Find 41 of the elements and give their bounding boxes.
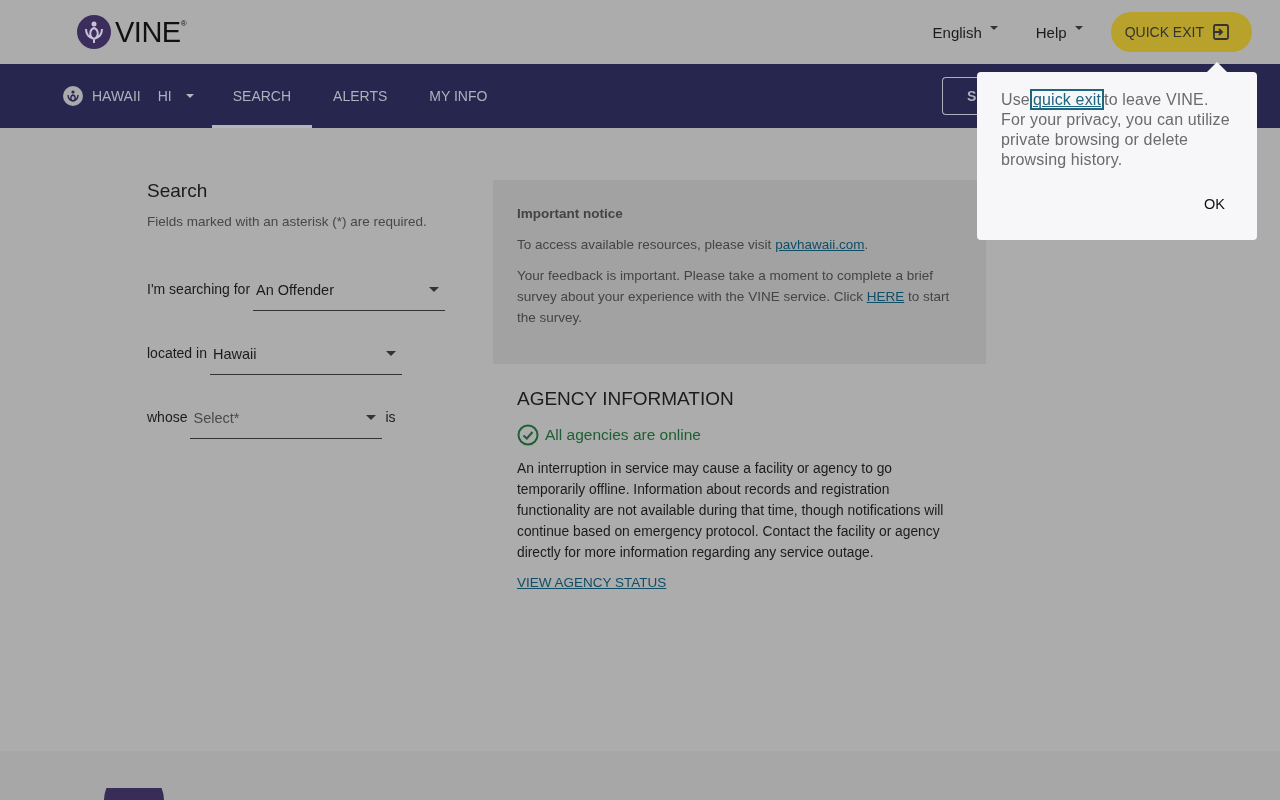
check-circle-icon [517,424,539,446]
caret-icon [1074,25,1083,30]
caret-icon [366,415,377,420]
status-text: All agencies are online [545,426,701,444]
quick-exit-button[interactable]: QUICK EXIT [1110,12,1252,52]
quick-exit-link[interactable]: quick exit [1031,91,1103,108]
nav-tab[interactable]: SEARCH [211,64,313,128]
brand-name: VINE$^{®}$ [115,15,187,49]
dropdown-menu[interactable]: Help [1025,19,1089,45]
notice-text: To access available resources, please visit pavhawaii.com. [517,236,870,254]
logo-icon [104,788,164,800]
select-field[interactable]: An Offender [253,273,446,311]
state-name: HAWAII [92,88,141,104]
caret-icon [989,25,998,30]
caret-icon [429,287,440,292]
popover-text: Use quick exit to leave VINE. For your privacy, you can utilize private browsing or delete browsing history. [1001,90,1231,170]
caret-icon [385,351,396,356]
ok-button[interactable]: OK [1200,194,1229,214]
state-dropdown[interactable]: HI [149,88,194,104]
select-field[interactable]: Select* [190,401,383,439]
nav-tab[interactable]: ALERTS [312,64,409,128]
trademark-sign: ® [180,18,187,28]
dropdown-menu[interactable]: English [922,19,1004,45]
required-hint: Fields marked with an asterisk (*) are required. [147,214,428,229]
nav-tab[interactable]: MY INFO [408,64,509,128]
field-label: I'm searching for [147,281,251,299]
caret-icon [185,94,194,98]
agency-status-link[interactable]: VIEW AGENCY STATUS [517,575,667,590]
vine-logo-icon [77,15,111,49]
select-field[interactable]: Hawaii [209,337,402,375]
field-label: is [385,409,396,427]
survey-link[interactable]: HERE [866,289,905,304]
agency-heading: AGENCY INFORMATION [517,388,735,410]
field-label: located in [147,345,207,363]
state-logo-icon [63,86,83,106]
agency-text: An interruption in service may cause a facility or agency to go temporarily offline. Information about records and registration functionality are not available during that time, though notifications will continue based on emergency protocol. Contact the facility or agency directly for more information regarding any service outage. [517,460,945,562]
notice-text: Your feedback is important. Please take a moment to complete a brief survey about your experience with the VINE service. Click HERE to start the survey. [517,267,951,327]
field-label: whose [147,409,188,427]
search-heading: Search [147,180,209,202]
notice-title: Important notice [517,206,624,221]
exit-icon [1212,23,1230,41]
